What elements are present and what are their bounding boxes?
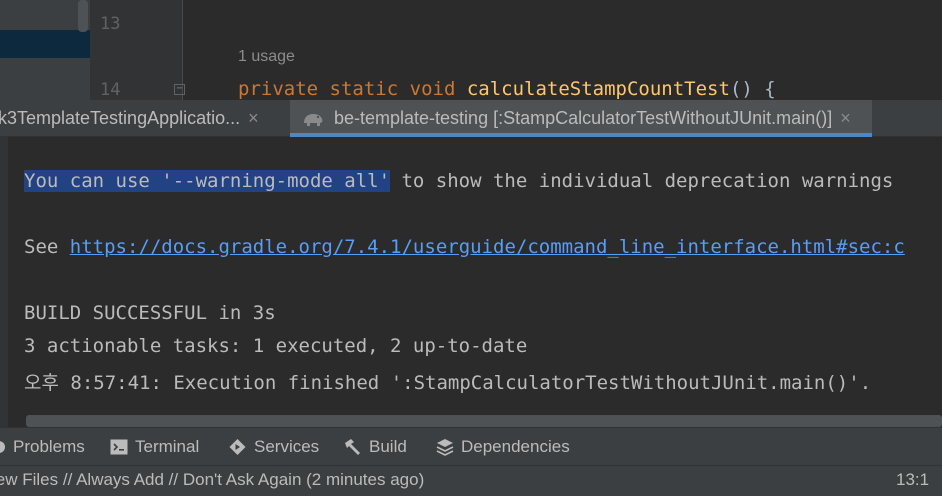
tool-label: Terminal [135, 437, 200, 456]
line-number: 14 [100, 80, 121, 100]
status-message[interactable]: iew Files // Always Add // Don't Ask Aga… [0, 470, 424, 490]
console-line[interactable]: You can use '--warning-mode all' to show… [24, 170, 893, 192]
console-output[interactable]: You can use '--warning-mode all' to show… [0, 137, 942, 427]
tool-build[interactable]: Build [342, 428, 407, 466]
run-tab-application[interactable]: k3TemplateTestingApplicatio... × [0, 100, 259, 137]
dependencies-icon [436, 439, 454, 456]
method-suffix: () { [729, 78, 776, 100]
terminal-icon [110, 439, 128, 455]
close-icon[interactable]: × [248, 108, 259, 129]
run-tab-be-template-testing[interactable]: be-template-testing [:StampCalculatorTes… [290, 100, 872, 137]
tool-terminal[interactable]: Terminal [110, 428, 199, 466]
gradle-elephant-icon [304, 113, 323, 126]
project-selected-row[interactable] [0, 30, 90, 58]
console-text: to show the individual deprecation warni… [390, 170, 894, 192]
problems-icon [0, 441, 5, 453]
console-line[interactable]: 3 actionable tasks: 1 executed, 2 up-to-… [24, 335, 527, 357]
keyword-private: private [238, 78, 319, 100]
status-bar: iew Files // Always Add // Don't Ask Aga… [0, 465, 942, 496]
project-panel[interactable] [0, 0, 90, 100]
console-line[interactable]: See https://docs.gradle.org/7.4.1/usergu… [24, 236, 905, 258]
console-line[interactable]: BUILD SUCCESSFUL in 3s [24, 302, 276, 324]
close-icon[interactable]: × [840, 108, 851, 129]
run-tab-label: k3TemplateTestingApplicatio... [0, 108, 241, 128]
run-tab-bar: k3TemplateTestingApplicatio... × be-temp… [0, 100, 942, 137]
tool-label: Services [254, 437, 320, 456]
caret-position[interactable]: 13:1 [896, 470, 929, 490]
console-gutter [0, 137, 8, 427]
tool-problems[interactable]: Problems [0, 428, 85, 466]
tool-label: Dependencies [461, 437, 570, 456]
tool-label: Problems [13, 437, 85, 456]
usage-hint[interactable]: 1 usage [238, 48, 295, 66]
method-name: calculateStampCountTest [466, 78, 730, 100]
keyword-static: static [329, 78, 399, 100]
tool-window-bar: Problems Terminal Services Build Depende… [0, 427, 942, 465]
horizontal-scrollbar[interactable] [26, 415, 942, 427]
code-line[interactable]: private static void calculateStampCountT… [238, 78, 776, 100]
tool-label: Build [369, 437, 407, 456]
run-tab-label: be-template-testing [:StampCalculatorTes… [334, 108, 833, 128]
code-editor[interactable]: 13 14 − 1 usage private static void calc… [0, 0, 942, 100]
services-icon [229, 439, 246, 455]
console-line[interactable]: 오후 8:57:41: Execution finished ':StampCa… [24, 368, 871, 395]
line-number: 13 [100, 14, 121, 34]
project-scrollbar[interactable] [78, 0, 88, 32]
selected-text[interactable]: You can use '--warning-mode all' [24, 170, 391, 192]
fold-icon[interactable]: − [174, 84, 185, 95]
tool-services[interactable]: Services [228, 428, 319, 466]
docs-link[interactable]: https://docs.gradle.org/7.4.1/userguide/… [70, 236, 905, 258]
tool-dependencies[interactable]: Dependencies [436, 428, 570, 466]
console-text: See [24, 236, 70, 258]
hammer-icon [345, 439, 360, 455]
keyword-void: void [409, 78, 456, 100]
